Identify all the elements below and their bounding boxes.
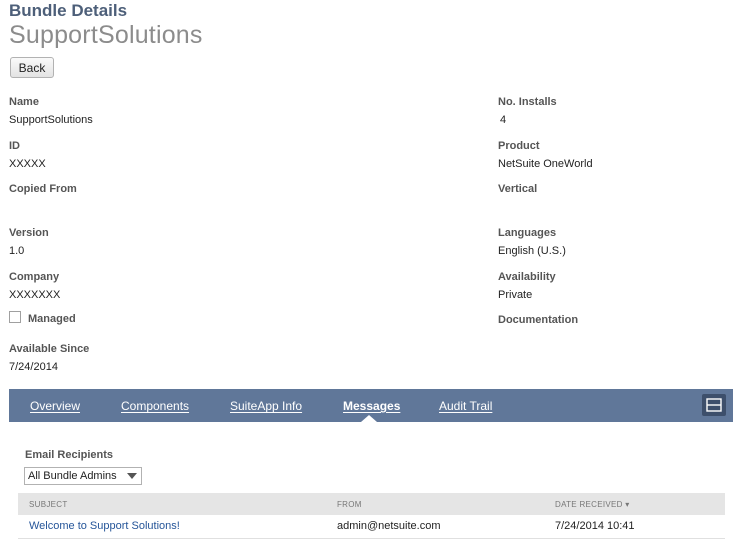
field-product-label: Product xyxy=(498,140,540,152)
field-languages-value: English (U.S.) xyxy=(498,245,566,257)
email-recipients-label: Email Recipients xyxy=(25,449,114,461)
field-name-value: SupportSolutions xyxy=(9,114,93,126)
layout-toggle-button[interactable] xyxy=(702,394,726,416)
subtab-bar: Overview Components SuiteApp Info Messag… xyxy=(9,389,733,422)
field-name: Name SupportSolutions xyxy=(9,95,93,127)
field-installs: No. Installs 4 xyxy=(498,95,557,127)
field-company: Company XXXXXXX xyxy=(9,270,60,302)
tab-overview[interactable]: Overview xyxy=(30,399,80,413)
column-subject[interactable]: SUBJECT xyxy=(29,500,68,509)
field-id-value: XXXXX xyxy=(9,158,46,170)
page-title: Bundle Details xyxy=(9,1,128,20)
field-documentation: Documentation xyxy=(498,313,578,327)
field-copied-from-label: Copied From xyxy=(9,183,77,195)
field-version-label: Version xyxy=(9,227,49,239)
field-product: Product NetSuite OneWorld xyxy=(498,139,593,171)
field-id: ID XXXXX xyxy=(9,139,46,171)
field-availability-value: Private xyxy=(498,289,533,301)
active-tab-indicator xyxy=(361,415,377,422)
field-languages: Languages English (U.S.) xyxy=(498,226,566,258)
back-button[interactable]: Back xyxy=(10,57,54,78)
layout-rows-icon xyxy=(706,398,722,412)
field-name-label: Name xyxy=(9,96,39,108)
column-date-received[interactable]: DATE RECEIVED ▾ xyxy=(555,500,630,509)
email-recipients-select[interactable]: All Bundle Admins xyxy=(24,467,142,485)
field-available-since-label: Available Since xyxy=(9,343,90,355)
email-recipients-selected: All Bundle Admins xyxy=(28,470,117,482)
message-from: admin@netsuite.com xyxy=(337,520,441,532)
field-company-label: Company xyxy=(9,271,60,283)
column-from[interactable]: FROM xyxy=(337,500,362,509)
field-version-value: 1.0 xyxy=(9,245,25,257)
chevron-down-icon xyxy=(127,473,137,479)
field-available-since-value: 7/24/2014 xyxy=(9,361,58,373)
field-copied-from: Copied From xyxy=(9,182,77,196)
field-documentation-label: Documentation xyxy=(498,314,579,326)
field-availability-label: Availability xyxy=(498,271,556,283)
message-subject-link[interactable]: Welcome to Support Solutions! xyxy=(29,520,180,532)
message-date: 7/24/2014 10:41 xyxy=(555,520,635,532)
bundle-name-heading: SupportSolutions xyxy=(9,21,203,49)
field-version: Version 1.0 xyxy=(9,226,49,258)
table-row: Welcome to Support Solutions! admin@nets… xyxy=(18,515,725,539)
managed-checkbox[interactable] xyxy=(9,311,21,323)
tab-messages[interactable]: Messages xyxy=(343,399,400,413)
managed-label: Managed xyxy=(28,313,76,325)
field-installs-label: No. Installs xyxy=(498,96,557,108)
page-header: Bundle Details SupportSolutions xyxy=(9,2,203,50)
field-product-value: NetSuite OneWorld xyxy=(498,158,593,170)
field-id-label: ID xyxy=(9,140,20,152)
field-installs-value: 4 xyxy=(500,114,507,126)
field-vertical: Vertical xyxy=(498,182,537,196)
tab-suiteapp-info[interactable]: SuiteApp Info xyxy=(230,399,302,413)
field-languages-label: Languages xyxy=(498,227,557,239)
tab-components[interactable]: Components xyxy=(121,399,189,413)
field-availability: Availability Private xyxy=(498,270,556,302)
field-company-value: XXXXXXX xyxy=(9,289,61,301)
field-vertical-label: Vertical xyxy=(498,183,538,195)
field-available-since: Available Since 7/24/2014 xyxy=(9,342,89,374)
tab-audit-trail[interactable]: Audit Trail xyxy=(439,399,492,413)
messages-list-header: SUBJECT FROM DATE RECEIVED ▾ xyxy=(18,493,725,515)
